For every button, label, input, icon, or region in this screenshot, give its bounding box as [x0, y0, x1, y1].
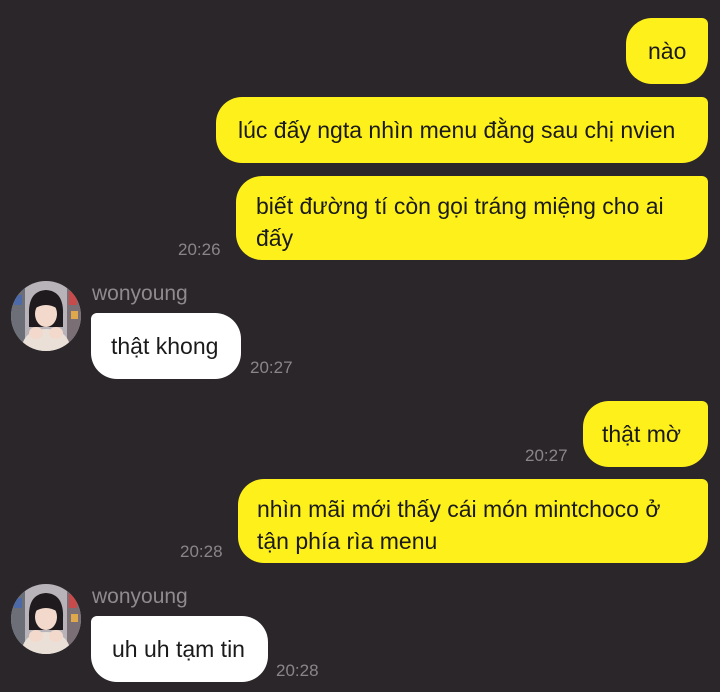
- avatar-photo-icon: [11, 281, 81, 351]
- outgoing-message-bubble[interactable]: nhìn mãi mới thấy cái món mintchoco ở tậ…: [238, 479, 708, 563]
- message-timestamp: 20:26: [178, 240, 221, 259]
- message-text-line: tận phía rìa menu: [257, 528, 438, 554]
- contact-avatar[interactable]: [11, 281, 81, 351]
- message-text: nào: [648, 38, 687, 64]
- message-text-line: biết đường tí còn gọi tráng miệng cho ai: [256, 193, 664, 219]
- avatar-photo-icon: [11, 584, 81, 654]
- incoming-message-bubble[interactable]: thật khong: [91, 313, 241, 379]
- sender-name: wonyoung: [92, 585, 188, 608]
- outgoing-message-bubble[interactable]: nào: [626, 18, 708, 84]
- message-text-line: nhìn mãi mới thấy cái món mintchoco ở: [257, 496, 661, 522]
- message-text: thật mờ: [602, 421, 681, 447]
- outgoing-message-bubble[interactable]: lúc đấy ngta nhìn menu đằng sau chị nvie…: [216, 97, 708, 163]
- message-timestamp: 20:28: [276, 661, 319, 680]
- message-text: uh uh tạm tin: [112, 636, 245, 662]
- outgoing-message-bubble[interactable]: thật mờ: [583, 401, 708, 467]
- message-text-line: đấy: [256, 225, 294, 251]
- sender-name: wonyoung: [92, 282, 188, 305]
- message-timestamp: 20:27: [525, 446, 568, 465]
- outgoing-message-bubble[interactable]: biết đường tí còn gọi tráng miệng cho ai…: [236, 176, 708, 260]
- message-timestamp: 20:28: [180, 542, 223, 561]
- incoming-message-bubble[interactable]: uh uh tạm tin: [91, 616, 268, 682]
- contact-avatar[interactable]: [11, 584, 81, 654]
- message-text: thật khong: [111, 333, 219, 359]
- message-text: lúc đấy ngta nhìn menu đằng sau chị nvie…: [238, 117, 676, 143]
- message-timestamp: 20:27: [250, 358, 293, 377]
